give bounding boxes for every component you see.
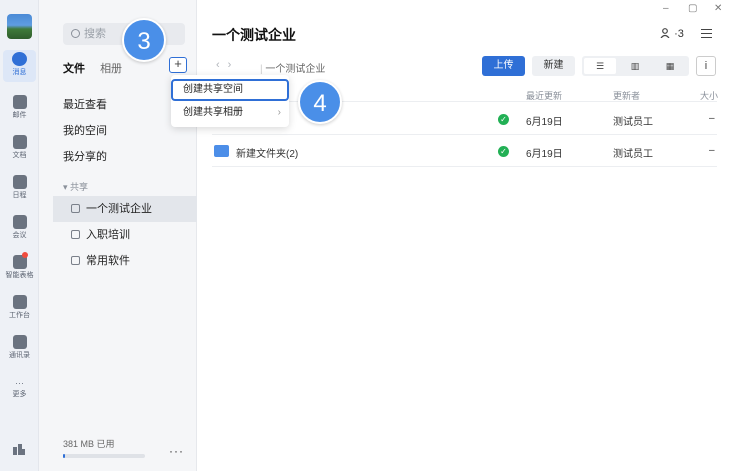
sidebar-tabs: 文件 相册 [63, 60, 134, 76]
rail-label: 文档 [12, 152, 27, 159]
rail-item-contacts[interactable]: 通讯录 [0, 335, 39, 360]
app-rail: 消息 邮件 文档 日程 会议 智能表格 工作台 通讯录 ··· 更多 [0, 0, 39, 471]
rail-item-calendar[interactable]: 日程 [0, 175, 39, 200]
updated-date: 6月19日 [526, 117, 563, 128]
rail-label: 会议 [12, 232, 27, 239]
search-placeholder: 搜索 [84, 28, 106, 40]
synced-icon: ✓ [498, 146, 509, 157]
members-icon [660, 28, 670, 39]
table-row[interactable]: 新建文件夹(2) ✓ 6月19日 测试员工 – [212, 136, 717, 167]
maximize-button[interactable]: ▢ [688, 3, 697, 14]
members-count: 3 [677, 28, 684, 40]
cube-icon [71, 256, 80, 265]
cube-icon [71, 230, 80, 239]
chevron-right-icon: › [277, 107, 281, 118]
rail-item-more[interactable]: ··· 更多 [0, 378, 39, 399]
menu-item-create-shared-space[interactable]: 创建共享空间 [171, 79, 289, 101]
rail-label: 工作台 [9, 312, 30, 319]
menu-item-label: 创建共享相册 [183, 107, 243, 118]
rail-label: 日程 [12, 192, 27, 199]
synced-icon: ✓ [498, 114, 509, 125]
shared-section-header[interactable]: ▾ 共享 [63, 180, 88, 193]
history-nav[interactable]: ‹› [216, 59, 239, 71]
message-icon [12, 52, 27, 66]
search-icon [71, 29, 80, 38]
updated-date: 6月19日 [526, 149, 563, 160]
updater-name: 测试员工 [613, 149, 653, 160]
rail-label: 消息 [12, 69, 27, 76]
step-badge-3: 3 [122, 18, 166, 62]
list-view-icon[interactable]: ☰ [584, 58, 616, 74]
file-name: 新建文件夹(2) [236, 149, 299, 160]
column-view-icon[interactable]: ▥ [619, 58, 651, 74]
file-size: – [709, 145, 715, 156]
rail-label: 通讯录 [9, 352, 30, 359]
rail-label: 智能表格 [5, 272, 34, 279]
notification-dot [21, 252, 28, 258]
shared-item-label: 一个测试企业 [86, 203, 152, 215]
nav-shared-by-me[interactable]: 我分享的 [63, 148, 107, 164]
calendar-icon [12, 175, 27, 189]
shared-item-enterprise[interactable]: 一个测试企业 [53, 196, 197, 222]
rail-item-smart-sheet[interactable]: 智能表格 [0, 252, 39, 280]
page-title: 一个测试企业 [212, 27, 296, 43]
contacts-icon [12, 335, 27, 349]
back-icon[interactable]: ‹ [216, 59, 228, 71]
updater-name: 测试员工 [613, 117, 653, 128]
step-badge-4: 4 [298, 80, 342, 124]
new-button[interactable]: 新建 [532, 56, 575, 76]
menu-icon[interactable] [701, 29, 712, 38]
more-icon: ··· [15, 378, 24, 388]
meeting-icon [12, 215, 27, 229]
smart-sheet-icon [12, 252, 28, 269]
info-icon[interactable]: i [696, 56, 716, 76]
breadcrumb: | 一个测试企业 [260, 64, 326, 75]
main-panel: – ▢ ✕ 一个测试企业 ·3 ‹› | 一个测试企业 上传 新建 ☰ ▥ ▦ … [198, 0, 735, 471]
upload-button[interactable]: 上传 [482, 56, 525, 76]
nav-my-space[interactable]: 我的空间 [63, 122, 107, 138]
rail-item-mail[interactable]: 邮件 [0, 95, 39, 120]
tab-files[interactable]: 文件 [63, 60, 85, 76]
minimize-button[interactable]: – [663, 3, 669, 14]
docs-icon [12, 135, 27, 149]
rail-item-messages[interactable]: 消息 [3, 50, 36, 82]
rail-label: 邮件 [12, 112, 27, 119]
mail-icon [12, 95, 27, 109]
shared-item-software[interactable]: 常用软件 [53, 248, 197, 274]
workbench-icon [12, 295, 27, 309]
forward-icon[interactable]: › [228, 59, 240, 71]
storage-usage: 381 MB 已用 [63, 439, 115, 449]
folder-icon [214, 145, 229, 157]
grid-view-icon[interactable]: ▦ [654, 58, 686, 74]
nav-recent[interactable]: 最近查看 [63, 96, 107, 112]
rail-item-docs[interactable]: 文档 [0, 135, 39, 160]
rail-item-meeting[interactable]: 会议 [0, 215, 39, 240]
cube-icon [71, 204, 80, 213]
shared-item-label: 常用软件 [86, 255, 130, 267]
menu-item-create-shared-album[interactable]: 创建共享相册 › [171, 102, 289, 124]
stats-icon[interactable] [12, 443, 26, 455]
members-button[interactable]: ·3 [660, 28, 684, 40]
close-button[interactable]: ✕ [714, 3, 722, 14]
rail-label: 更多 [12, 391, 27, 398]
create-button[interactable]: + [169, 57, 187, 73]
tab-albums[interactable]: 相册 [100, 60, 122, 76]
breadcrumb-item[interactable]: 一个测试企业 [265, 64, 325, 75]
file-size: – [709, 113, 715, 124]
more-options-button[interactable]: ··· [169, 444, 184, 458]
shared-item-onboarding[interactable]: 入职培训 [53, 222, 197, 248]
org-avatar[interactable] [7, 14, 32, 39]
storage-bar [63, 454, 145, 458]
shared-item-label: 入职培训 [86, 229, 130, 241]
files-sidebar: 搜索 文件 相册 + 最近查看 我的空间 我分享的 ▾ 共享 一个测试企业 入职… [39, 0, 197, 471]
create-dropdown-menu: 创建共享空间 创建共享相册 › [171, 75, 289, 127]
rail-item-workbench[interactable]: 工作台 [0, 295, 39, 320]
storage-fill [63, 454, 65, 458]
view-switcher: ☰ ▥ ▦ [582, 56, 689, 76]
